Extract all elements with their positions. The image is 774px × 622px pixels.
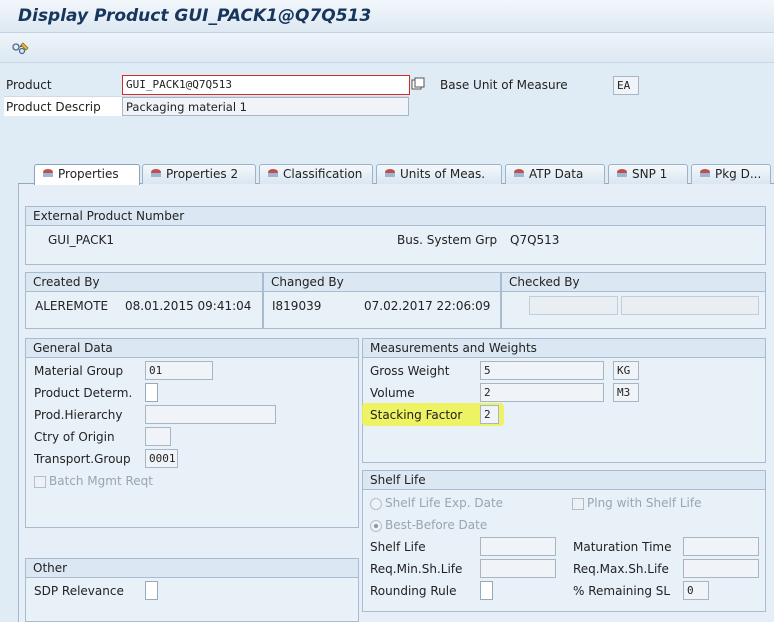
batch-mgmt-label: Batch Mgmt Reqt — [49, 474, 153, 488]
tab-properties[interactable]: Properties — [34, 164, 140, 185]
volume-unit-field[interactable]: M3 — [613, 383, 639, 402]
maturation-label: Maturation Time — [573, 540, 672, 554]
stacking-factor-field[interactable]: 2 — [480, 405, 499, 424]
tab-label: Pkg D... — [715, 167, 762, 181]
ext-product-value: GUI_PACK1 — [48, 233, 114, 247]
remaining-sl-label: % Remaining SL — [573, 584, 671, 598]
bus-system-value: Q7Q513 — [510, 233, 560, 247]
general-data-title: General Data — [26, 339, 358, 358]
changed-date: 07.02.2017 22:06:09 — [364, 299, 491, 313]
shelf-life-field[interactable] — [480, 537, 556, 556]
exp-date-label: Shelf Life Exp. Date — [385, 496, 504, 510]
uom-field[interactable]: EA — [613, 76, 639, 95]
shelf-life-label: Shelf Life — [370, 540, 426, 554]
created-date: 08.01.2015 09:41:04 — [125, 299, 252, 313]
uom-label: Base Unit of Measure — [440, 78, 568, 92]
measurements-title: Measurements and Weights — [363, 339, 765, 358]
tab-label: Classification — [283, 167, 363, 181]
sdp-relevance-label: SDP Relevance — [34, 584, 124, 598]
shelf-life-title: Shelf Life — [363, 471, 765, 490]
rounding-rule-label: Rounding Rule — [370, 584, 457, 598]
tab-label: Properties — [58, 167, 119, 181]
req-min-field[interactable] — [480, 559, 556, 578]
checked-title: Checked By — [502, 273, 765, 292]
volume-label: Volume — [370, 386, 415, 400]
window-title: Display Product GUI_PACK1@Q7Q513 — [18, 6, 372, 26]
tab-icon — [266, 168, 280, 179]
bus-system-label: Bus. System Grp — [397, 233, 498, 247]
material-group-field[interactable]: 01 — [145, 361, 213, 380]
ctry-origin-label: Ctry of Origin — [34, 430, 115, 444]
tab-icon — [149, 168, 163, 179]
tab-label: Properties 2 — [166, 167, 239, 181]
product-determ-label: Product Determ. — [34, 386, 133, 400]
tab-label: ATP Data — [529, 167, 584, 181]
rounding-rule-field[interactable] — [480, 581, 493, 600]
created-title: Created By — [26, 273, 262, 292]
tab-icon — [512, 168, 526, 179]
tab-icon — [41, 168, 55, 179]
product-determ-field[interactable] — [145, 383, 158, 402]
gross-weight-field[interactable]: 5 — [480, 361, 604, 380]
req-max-field[interactable] — [683, 559, 759, 578]
tab-icon — [615, 168, 629, 179]
maturation-field[interactable] — [683, 537, 759, 556]
prod-hierarchy-label: Prod.Hierarchy — [34, 408, 123, 422]
tab-pkg-data[interactable]: Pkg D... — [691, 164, 771, 184]
value-help-icon[interactable] — [411, 77, 425, 91]
ctry-origin-field[interactable] — [145, 427, 171, 446]
tab-icon — [383, 168, 397, 179]
transport-group-label: Transport.Group — [34, 452, 131, 466]
prod-hierarchy-field[interactable] — [145, 405, 276, 424]
gross-weight-unit-field[interactable]: KG — [613, 361, 639, 380]
sdp-relevance-field[interactable] — [145, 581, 158, 600]
changed-title: Changed By — [264, 273, 500, 292]
changed-user: I819039 — [272, 299, 322, 313]
tab-label: Units of Meas. — [400, 167, 486, 181]
tab-icon — [698, 168, 712, 179]
stacking-factor-label: Stacking Factor — [370, 408, 463, 422]
req-min-label: Req.Min.Sh.Life — [370, 562, 463, 576]
exp-date-radio — [370, 498, 382, 510]
ext-product-title: External Product Number — [26, 207, 765, 226]
checked-on-field — [621, 296, 759, 315]
best-before-radio — [370, 520, 382, 532]
tab-atp-data[interactable]: ATP Data — [505, 164, 605, 184]
batch-mgmt-checkbox — [34, 476, 46, 488]
created-user: ALEREMOTE — [35, 299, 109, 313]
ext-product-group: External Product Number — [25, 206, 766, 265]
gross-weight-label: Gross Weight — [370, 364, 450, 378]
tab-label: SNP 1 — [632, 167, 668, 181]
plng-shelf-life-label: Plng with Shelf Life — [587, 496, 702, 510]
product-label: Product — [6, 78, 52, 92]
transport-group-field[interactable]: 0001 — [145, 449, 178, 468]
tab-snp-1[interactable]: SNP 1 — [608, 164, 688, 184]
descr-label: Product Descrip — [6, 100, 101, 114]
remaining-sl-field[interactable]: 0 — [683, 581, 709, 600]
material-group-label: Material Group — [34, 364, 124, 378]
other-title: Other — [26, 559, 358, 578]
plng-shelf-life-checkbox — [572, 498, 584, 510]
product-field[interactable]: GUI_PACK1@Q7Q513 — [122, 75, 410, 95]
tab-classification[interactable]: Classification — [259, 164, 373, 184]
req-max-label: Req.Max.Sh.Life — [573, 562, 669, 576]
tab-properties-2[interactable]: Properties 2 — [142, 164, 256, 184]
volume-field[interactable]: 2 — [480, 383, 604, 402]
best-before-label: Best-Before Date — [385, 518, 488, 532]
descr-field[interactable]: Packaging material 1 — [122, 97, 409, 116]
checked-by-field — [529, 296, 618, 315]
toolbar — [0, 33, 774, 63]
tab-units-of-meas[interactable]: Units of Meas. — [376, 164, 502, 184]
display-change-icon[interactable] — [10, 39, 32, 59]
